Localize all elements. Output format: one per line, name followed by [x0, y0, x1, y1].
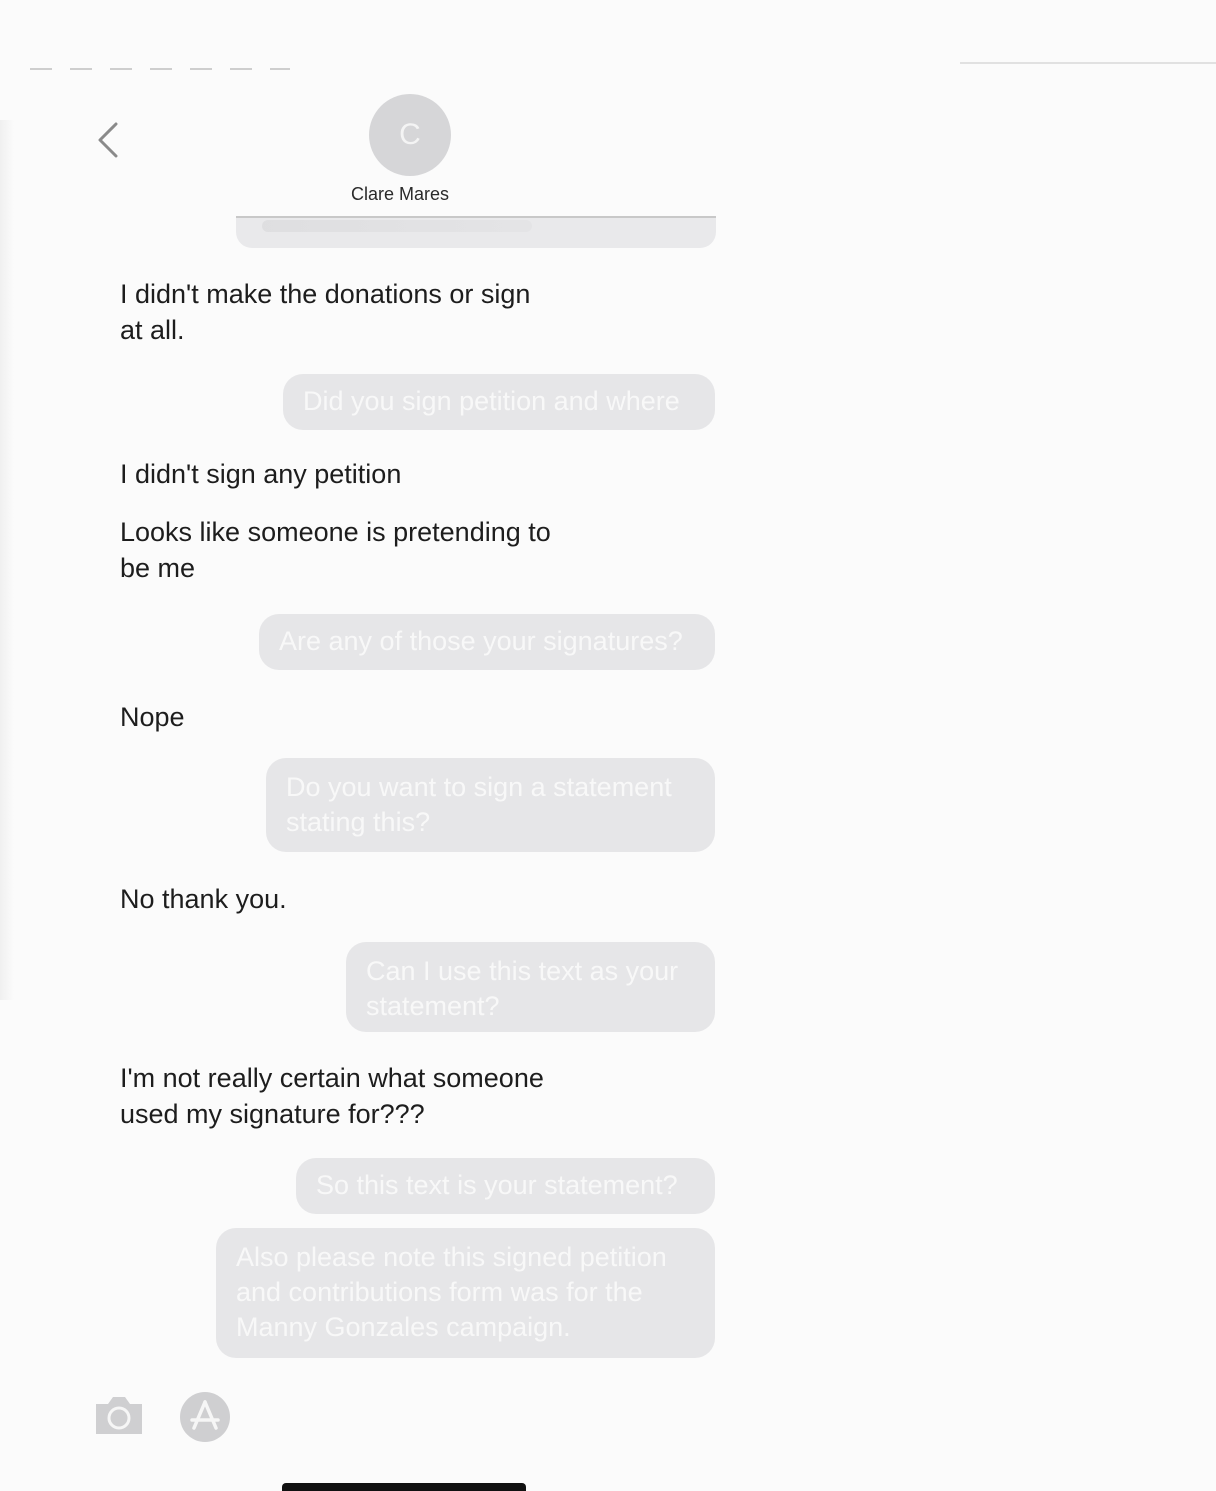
- sent-message-text: Can I use this text as your statement?: [366, 956, 679, 1021]
- received-message: I didn't make the donations or sign at al…: [120, 279, 531, 345]
- sent-message-bubble: Did you sign petition and where: [283, 374, 715, 430]
- received-message: I'm not really certain what someone used …: [120, 1063, 544, 1129]
- scan-artifact: [960, 62, 1216, 64]
- received-message: Nope: [120, 702, 185, 732]
- received-message: Looks like someone is pretending to be me: [120, 517, 551, 583]
- chevron-left-icon: [98, 122, 118, 158]
- camera-icon: [96, 1397, 142, 1434]
- avatar-initial: C: [399, 118, 421, 151]
- scan-edge-shadow: [0, 120, 14, 1000]
- sent-message-text: Did you sign petition and where: [303, 386, 680, 416]
- faded-text: [262, 220, 532, 232]
- app-store-icon: [180, 1392, 230, 1442]
- scan-artifact: [30, 68, 290, 70]
- home-indicator: [282, 1483, 526, 1491]
- sent-message-text: Also please note this signed petition and…: [236, 1242, 667, 1342]
- camera-button[interactable]: [92, 1392, 146, 1436]
- avatar[interactable]: C: [369, 94, 451, 176]
- sent-message-bubble: So this text is your statement?: [296, 1158, 715, 1214]
- sent-message-bubble: Are any of those your signatures?: [259, 614, 715, 670]
- sent-message-text: Do you want to sign a statement stating t…: [286, 772, 672, 837]
- received-message: No thank you.: [120, 884, 287, 914]
- sent-message-bubble: Also please note this signed petition and…: [216, 1228, 715, 1358]
- sent-message-text: So this text is your statement?: [316, 1170, 678, 1200]
- contact-name[interactable]: Clare Mares: [300, 184, 500, 205]
- sent-message-bubble: Do you want to sign a statement stating t…: [266, 758, 715, 852]
- sent-message-bubble: Can I use this text as your statement?: [346, 942, 715, 1032]
- app-store-button[interactable]: [178, 1390, 232, 1444]
- back-button[interactable]: [92, 118, 128, 162]
- received-message: I didn't sign any petition: [120, 459, 402, 489]
- sent-message-text: Are any of those your signatures?: [279, 626, 683, 656]
- partial-sent-bubble: [236, 218, 716, 248]
